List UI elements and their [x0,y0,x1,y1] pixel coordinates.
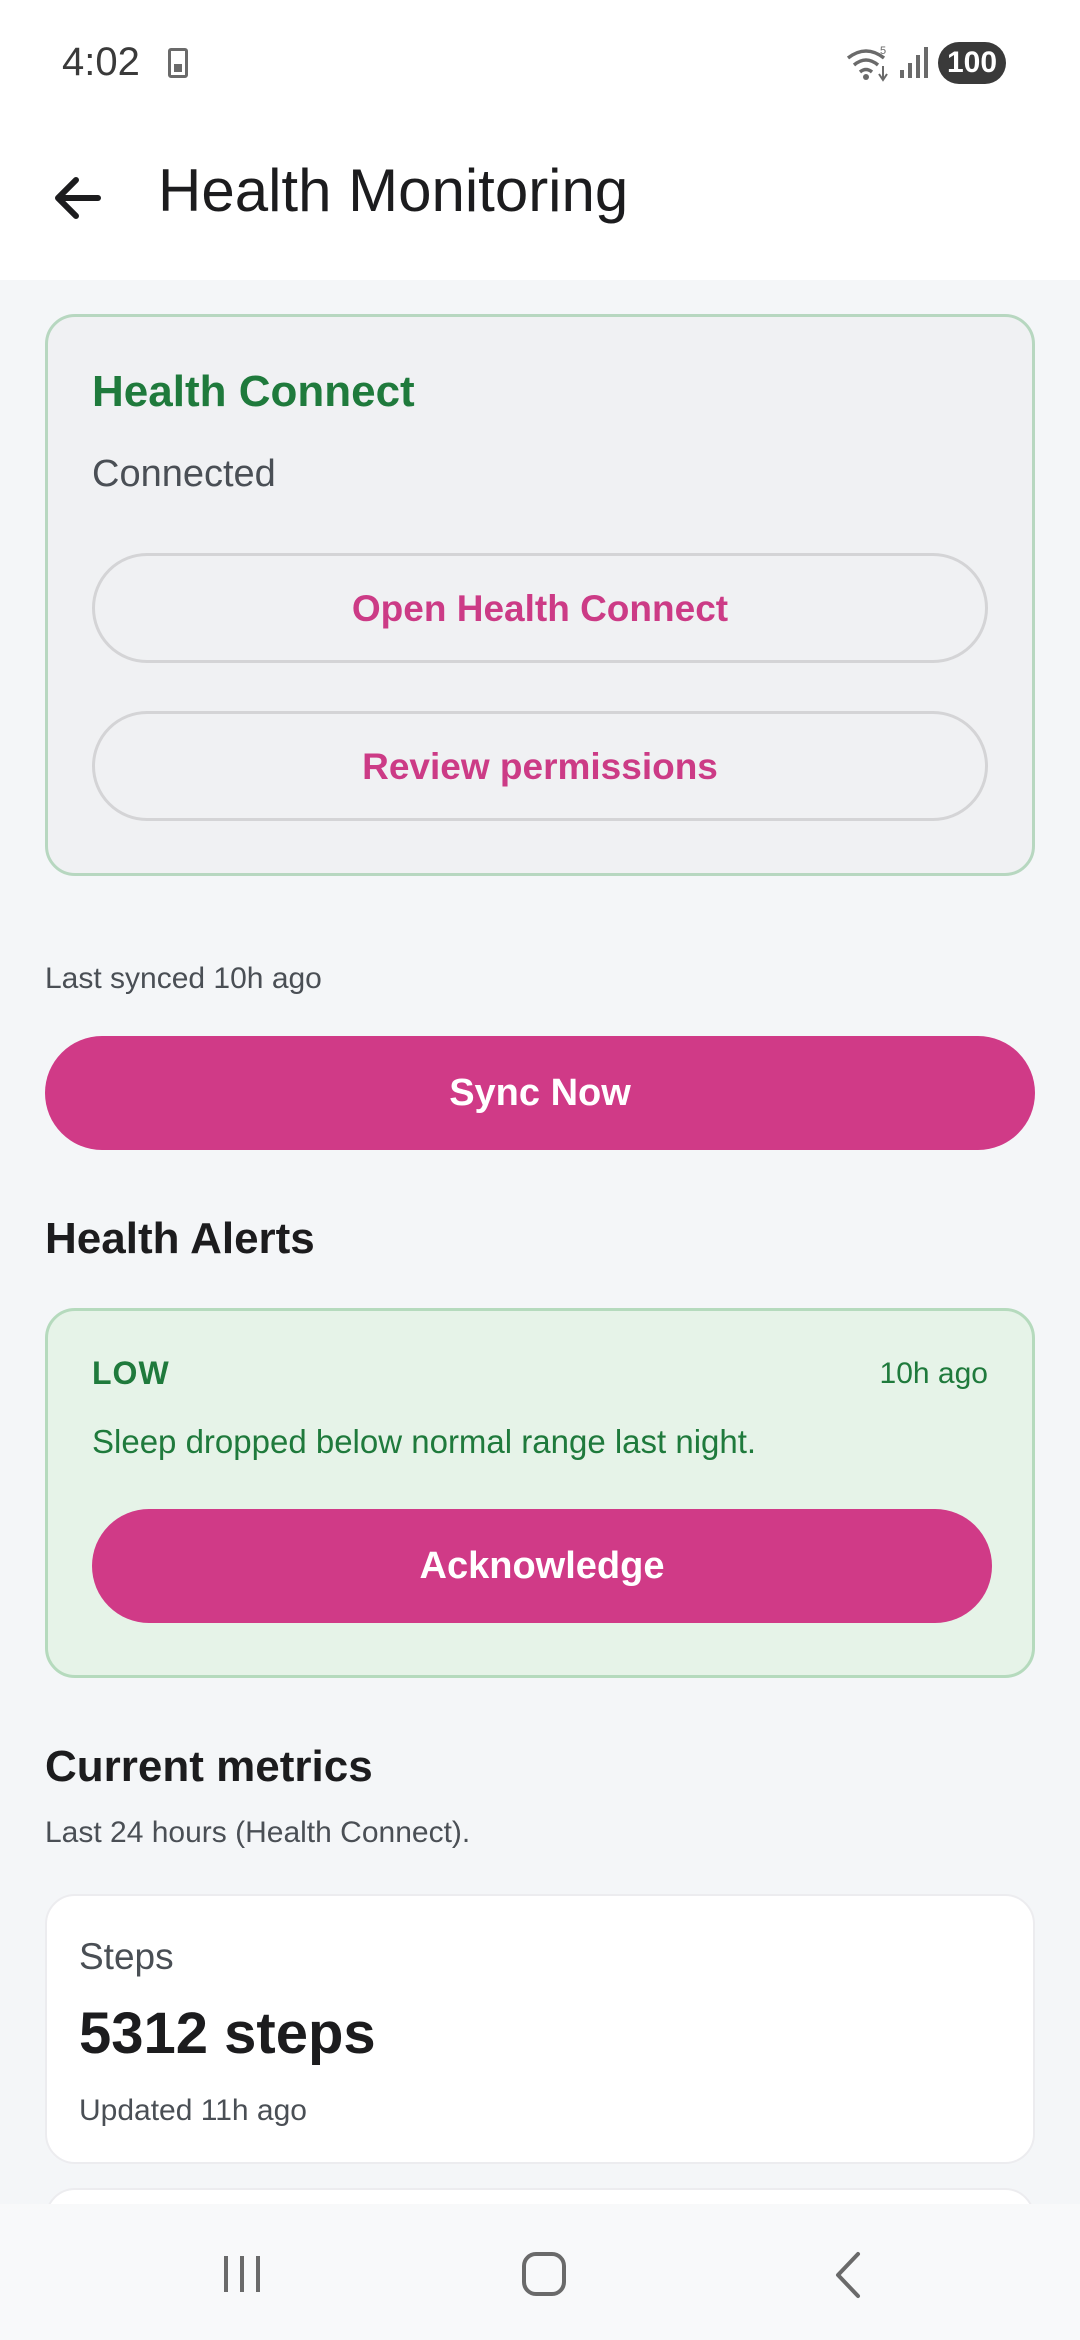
steps-metric-card[interactable]: Steps 5312 steps Updated 11h ago [45,1894,1035,2164]
svg-text:5: 5 [880,45,886,57]
sync-now-button[interactable]: Sync Now [45,1036,1035,1150]
health-alerts-heading: Health Alerts [45,1214,315,1263]
recents-icon[interactable] [218,2252,266,2296]
app-bar: Health Monitoring [0,128,1080,280]
alert-timestamp: 10h ago [879,1357,988,1390]
signal-icon [900,47,928,78]
arrow-back-icon[interactable] [40,158,120,238]
health-connect-card: Health Connect Connected Open Health Con… [45,314,1035,876]
metric-name: Steps [79,1936,174,1977]
current-metrics-heading: Current metrics [45,1742,373,1791]
page-title: Health Monitoring [158,157,629,224]
metric-updated-time: Updated 11h ago [79,2094,307,2127]
sim-card-icon [168,48,188,78]
metrics-subtitle: Last 24 hours (Health Connect). [45,1816,471,1849]
scroll-content[interactable]: Health Connect Connected Open Health Con… [0,280,1080,2204]
acknowledge-button[interactable]: Acknowledge [92,1509,992,1623]
open-health-connect-button[interactable]: Open Health Connect [92,553,988,663]
back-icon[interactable] [830,2250,866,2300]
status-bar: 4:02 5 100 [0,0,1080,128]
system-nav-bar [0,2204,1080,2340]
review-permissions-button[interactable]: Review permissions [92,711,988,821]
last-synced-text: Last synced 10h ago [45,962,322,995]
health-connect-title: Health Connect [92,367,415,416]
metric-value: 5312 steps [79,2001,376,2066]
alert-message: Sleep dropped below normal range last ni… [92,1423,757,1460]
home-icon[interactable] [520,2250,568,2298]
next-metric-card[interactable] [45,2188,1035,2204]
alert-level-badge: LOW [92,1355,170,1391]
status-time: 4:02 [62,40,140,84]
alert-card: LOW 10h ago Sleep dropped below normal r… [45,1308,1035,1678]
connection-status: Connected [92,453,276,495]
wifi-icon: 5 [846,45,888,82]
battery-indicator: 100 [938,42,1006,84]
